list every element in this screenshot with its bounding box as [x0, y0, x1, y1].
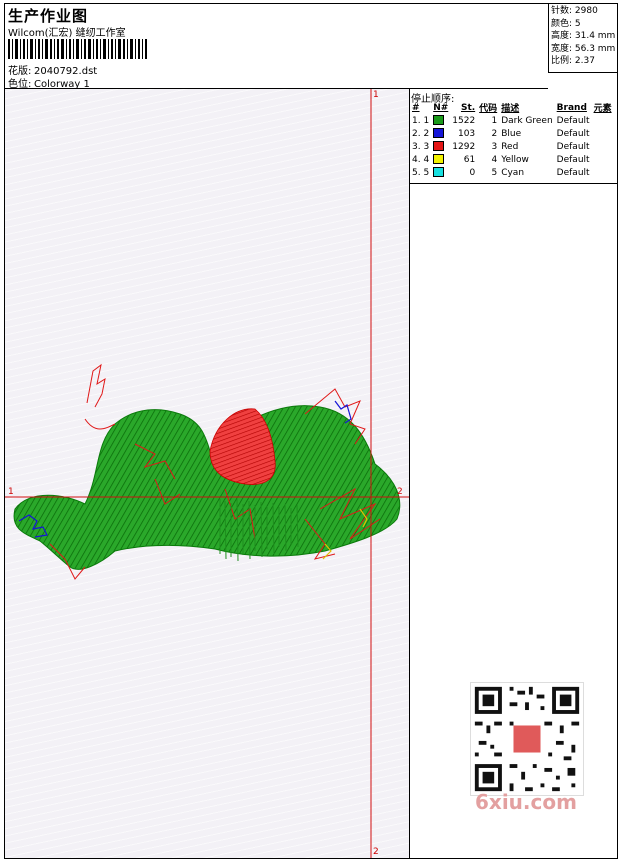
design-height: 高度: 31.4 mm [551, 31, 616, 41]
color-swatch [433, 115, 445, 126]
design-width: 宽度: 56.3 mm [551, 43, 616, 54]
col-header: 代码 [479, 104, 498, 114]
desc-cell: Red [501, 141, 519, 152]
qr-code [470, 682, 584, 796]
stitch-count-cell: 0 [469, 167, 476, 178]
barcode [8, 39, 147, 59]
company-name: Wilcom(汇宏) 缝纫工作室 [8, 28, 126, 39]
element-cell [592, 153, 614, 166]
design-scale: 比例: 2.37 [551, 56, 595, 66]
code-cell: 5 [491, 167, 498, 178]
color-row: 5. 5 0 5 Cyan Default [410, 166, 614, 179]
row-index: 3. 3 [412, 141, 430, 152]
panel-divider [410, 183, 617, 184]
row-index: 5. 5 [412, 167, 430, 178]
code-cell: 4 [491, 154, 498, 165]
desc-cell: Dark Green [501, 115, 553, 126]
color-swatch [433, 128, 445, 139]
row-index: 2. 2 [412, 128, 430, 139]
desc-cell: Blue [501, 128, 522, 139]
desc-cell: Yellow [501, 154, 529, 165]
brand-cell: Default [556, 115, 590, 126]
stitch-count-cell: 1292 [452, 141, 476, 152]
swatch [431, 127, 450, 140]
code-cell: 2 [491, 128, 498, 139]
design-canvas: 1 1 2 2 [5, 89, 410, 858]
element-cell [592, 114, 614, 127]
sheet-title: 生产作业图 [8, 7, 89, 25]
swatch [431, 114, 450, 127]
colorway-label: 色位: [8, 79, 32, 90]
stitch-count: 针数: 2980 [551, 6, 598, 16]
watermark: 6xiu.com [475, 790, 577, 814]
color-row: 1. 1 1522 1 Dark Green Default [410, 114, 614, 127]
col-header: St. [460, 102, 476, 113]
embroidery-preview [5, 89, 409, 858]
brand-cell: Default [556, 128, 590, 139]
stitch-count-cell: 61 [463, 154, 476, 165]
color-count: 颜色: 5 [551, 18, 581, 29]
stitch-count-cell: 1522 [452, 115, 476, 126]
color-swatch [433, 167, 445, 178]
color-swatch [433, 141, 445, 152]
element-cell [592, 140, 614, 153]
code-cell: 3 [491, 141, 498, 152]
marker-bottom: 2 [373, 847, 379, 857]
colorway-row: 色位: Colorway 1 [8, 75, 90, 90]
row-index: 1. 1 [412, 115, 430, 126]
color-row: 2. 2 103 2 Blue Default [410, 127, 614, 140]
col-header: Brand [556, 102, 587, 113]
col-header: 描述 [501, 104, 520, 114]
col-header: N# [433, 102, 449, 113]
swatch [431, 166, 450, 179]
color-table-header: # N# St. 代码 描述 Brand 元素 [410, 101, 614, 115]
sheet-header: 生产作业图 Wilcom(汇宏) 缝纫工作室 花版: 2040792.dst 色… [5, 4, 548, 90]
col-header: # [412, 102, 420, 113]
green-fill-region [13, 405, 401, 570]
marker-left: 1 [8, 487, 14, 497]
marker-top: 1 [373, 90, 379, 100]
stats-panel: 针数: 2980 颜色: 5 高度: 31.4 mm 宽度: 56.3 mm 比… [548, 4, 617, 73]
swatch [431, 153, 450, 166]
code-cell: 1 [491, 115, 498, 126]
row-index: 4. 4 [412, 154, 430, 165]
col-header: 元素 [593, 104, 612, 114]
marker-right: 2 [397, 487, 403, 497]
color-row: 4. 4 61 4 Yellow Default [410, 153, 614, 166]
qr-center-logo [513, 725, 541, 753]
brand-cell: Default [556, 141, 590, 152]
element-cell [592, 166, 614, 179]
brand-cell: Default [556, 154, 590, 165]
color-row: 3. 3 1292 3 Red Default [410, 140, 614, 153]
stitch-count-cell: 103 [457, 128, 476, 139]
element-cell [592, 127, 614, 140]
desc-cell: Cyan [501, 167, 525, 178]
color-table: # N# St. 代码 描述 Brand 元素 1. 1 1522 1 Dark Gr… [410, 101, 614, 179]
color-swatch [433, 154, 445, 165]
brand-cell: Default [556, 167, 590, 178]
swatch [431, 140, 450, 153]
